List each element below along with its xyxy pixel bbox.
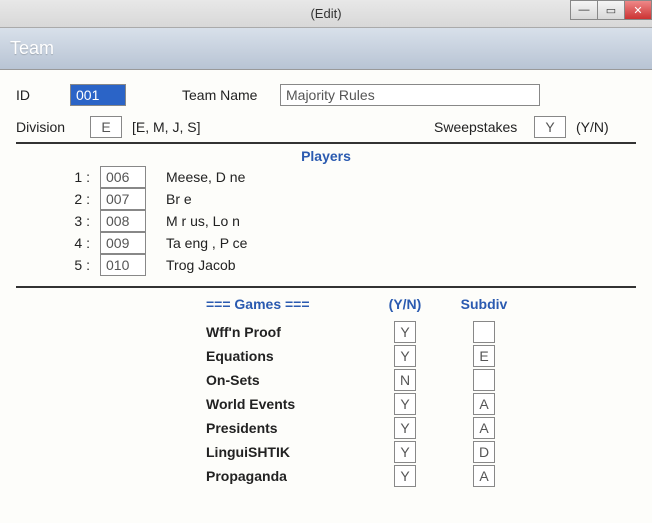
game-name: World Events [206,396,366,412]
games-area: === Games === (Y/N) Subdiv Wff'n Proof E… [16,288,636,488]
player-id-input[interactable] [100,232,146,254]
page-header: Team [0,28,652,70]
player-name: Trog Jacob [166,257,236,273]
game-name: Wff'n Proof [206,324,366,340]
game-row: Propaganda [206,464,636,488]
maximize-button[interactable]: ▭ [597,0,625,20]
game-subdiv-input[interactable] [473,465,495,487]
player-row: 5 : Trog Jacob [62,254,636,276]
game-subdiv-input[interactable] [473,417,495,439]
player-id-input[interactable] [100,210,146,232]
window-controls: — ▭ ✕ [571,0,652,20]
sweepstakes-input[interactable] [534,116,566,138]
player-num: 2 : [62,191,90,207]
player-num: 5 : [62,257,90,273]
id-input[interactable] [70,84,126,106]
close-button[interactable]: ✕ [624,0,652,20]
titlebar: (Edit) — ▭ ✕ [0,0,652,28]
division-hint: [E, M, J, S] [132,119,200,135]
game-subdiv-input[interactable] [473,369,495,391]
player-name: Meese, D ne [166,169,245,185]
game-subdiv-input[interactable] [473,321,495,343]
id-label: ID [16,87,70,103]
player-row: 2 : Br e [62,188,636,210]
game-yn-input[interactable] [394,441,416,463]
player-id-input[interactable] [100,166,146,188]
player-id-input[interactable] [100,254,146,276]
player-name: Ta eng , P ce [166,235,247,251]
window-title: (Edit) [0,6,652,21]
players-list: 1 : Meese, D ne 2 : Br e 3 : M r us, Lo … [16,166,636,282]
game-row: LinguiSHTIK [206,440,636,464]
players-heading: Players [16,142,636,166]
player-row: 4 : Ta eng , P ce [62,232,636,254]
sweepstakes-label: Sweepstakes [434,119,534,135]
game-subdiv-input[interactable] [473,441,495,463]
game-yn-input[interactable] [394,369,416,391]
game-name: LinguiSHTIK [206,444,366,460]
teamname-input[interactable] [280,84,540,106]
games-header: === Games === (Y/N) Subdiv [206,296,636,312]
form-area: ID Team Name Division [E, M, J, S] Sweep… [0,70,652,494]
game-subdiv-input[interactable] [473,345,495,367]
game-subdiv-input[interactable] [473,393,495,415]
subdiv-col-label: Subdiv [444,296,524,312]
player-row: 3 : M r us, Lo n [62,210,636,232]
game-yn-input[interactable] [394,345,416,367]
player-num: 3 : [62,213,90,229]
game-yn-input[interactable] [394,417,416,439]
game-row: Wff'n Proof [206,320,636,344]
division-input[interactable] [90,116,122,138]
player-name: M r us, Lo n [166,213,240,229]
player-row: 1 : Meese, D ne [62,166,636,188]
division-label: Division [16,119,90,135]
game-yn-input[interactable] [394,393,416,415]
player-id-input[interactable] [100,188,146,210]
player-num: 1 : [62,169,90,185]
games-col-label: === Games === [206,296,366,312]
game-name: Presidents [206,420,366,436]
player-name: Br e [166,191,192,207]
game-row: On-Sets [206,368,636,392]
page-title: Team [10,38,54,59]
minimize-button[interactable]: — [570,0,598,20]
player-num: 4 : [62,235,90,251]
sweepstakes-hint: (Y/N) [576,119,636,135]
game-yn-input[interactable] [394,321,416,343]
game-name: Propaganda [206,468,366,484]
game-row: World Events [206,392,636,416]
teamname-label: Team Name [182,87,280,103]
game-row: Presidents [206,416,636,440]
game-yn-input[interactable] [394,465,416,487]
yn-col-label: (Y/N) [366,296,444,312]
game-name: On-Sets [206,372,366,388]
game-row: Equations [206,344,636,368]
game-name: Equations [206,348,366,364]
